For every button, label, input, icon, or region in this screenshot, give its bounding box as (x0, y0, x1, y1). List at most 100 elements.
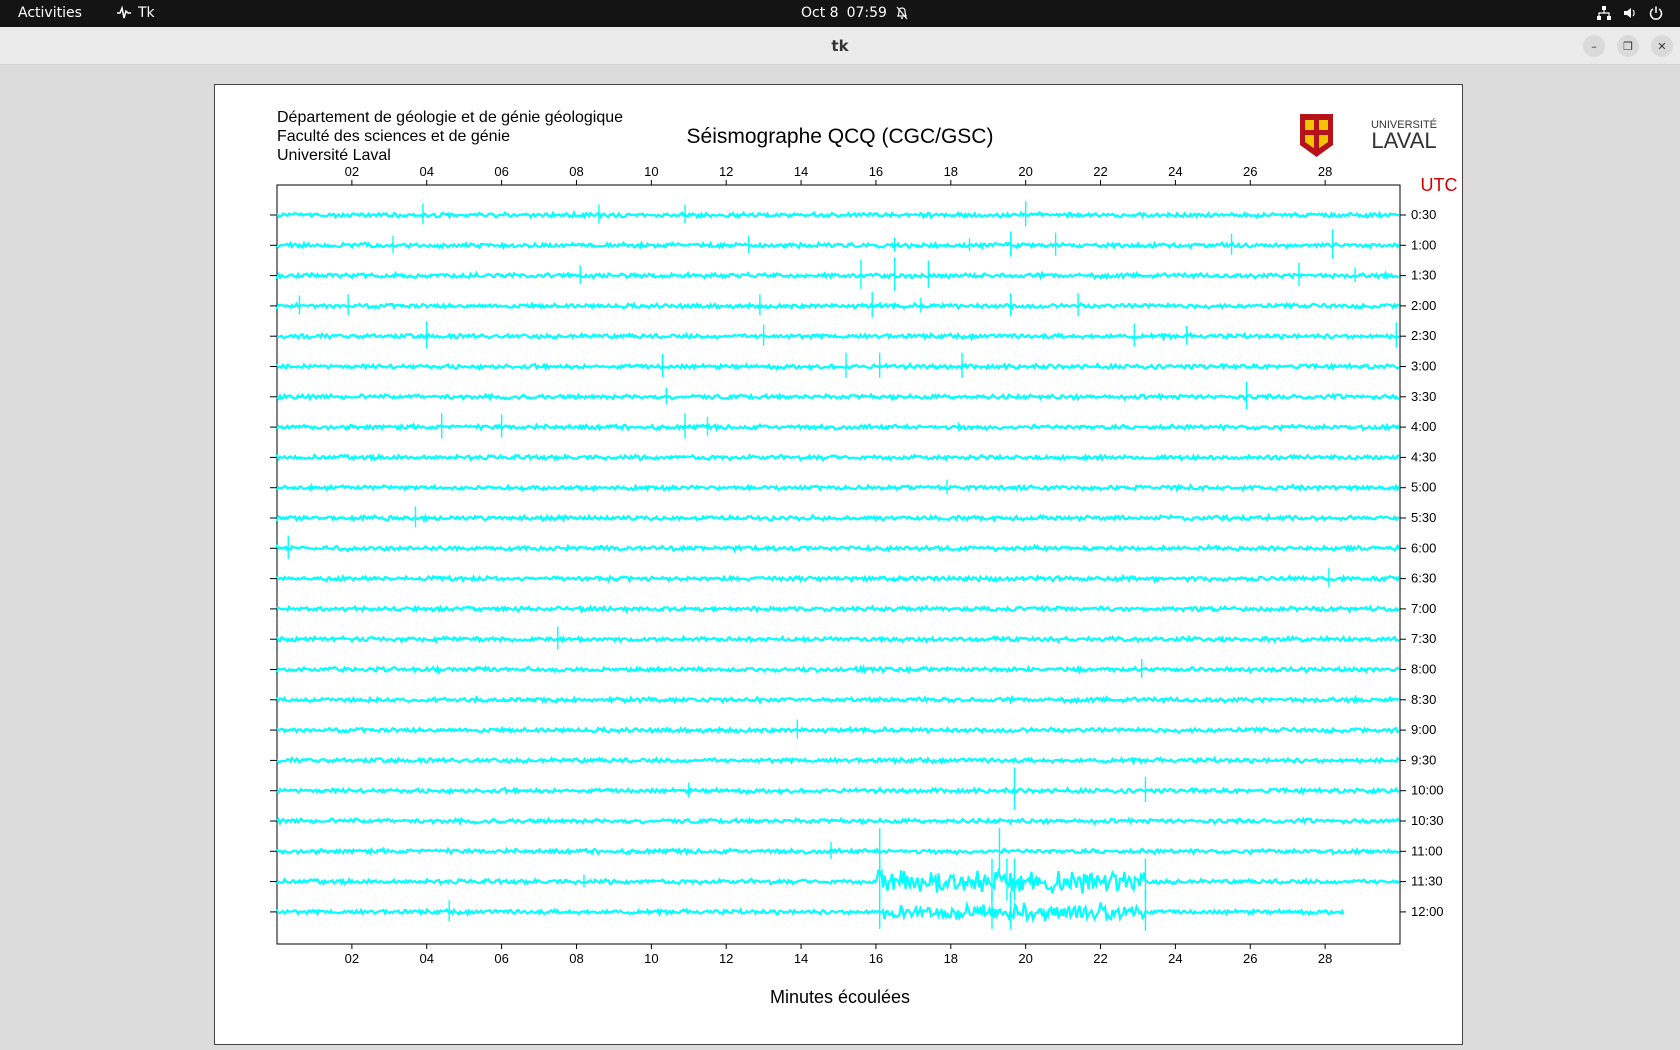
app-name: Tk (138, 5, 155, 21)
app-menu[interactable]: Tk (116, 5, 155, 21)
row-time-label: 0:30 (1411, 207, 1436, 222)
top-bar: Activities Tk Oct 8 07:59 (0, 0, 1680, 27)
trace-line (275, 392, 1400, 402)
x-tick-label-bottom: 16 (869, 951, 883, 966)
x-tick-label-top: 08 (569, 164, 583, 179)
tk-app-icon (117, 5, 131, 19)
trace-line (275, 604, 1400, 615)
trace-line (276, 331, 1400, 342)
university-logo: UNIVERSITÉ LAVAL (1300, 114, 1437, 157)
x-tick-label-bottom: 20 (1018, 951, 1032, 966)
row-time-label: 3:00 (1411, 359, 1436, 374)
volume-icon (1624, 8, 1635, 18)
row-time-label: 7:00 (1411, 601, 1436, 616)
dept-line3: Université Laval (277, 147, 391, 164)
power-icon (1649, 6, 1663, 20)
x-tick-label-bottom: 18 (944, 951, 958, 966)
system-tray[interactable] (1596, 5, 1664, 21)
x-tick-label-bottom: 02 (345, 951, 359, 966)
maximize-button[interactable]: ❐ (1617, 35, 1639, 57)
x-axis-label: Minutes écoulées (770, 987, 910, 1007)
x-tick-label-top: 10 (644, 164, 658, 179)
network-icon (1597, 6, 1611, 20)
row-time-label: 6:30 (1411, 571, 1436, 586)
trace-line (275, 361, 1400, 372)
y-axis-labels: 0:30 1:00 1:30 2:00 2:30 3:00 3:30 4:00 4:30 5:00… (270, 207, 1444, 919)
x-tick-label-bottom: 28 (1318, 951, 1332, 966)
trace-line (275, 664, 1400, 675)
dept-line2: Faculté des sciences et de génie (277, 128, 510, 145)
row-time-label: 2:00 (1411, 298, 1436, 313)
notifications-muted-icon (896, 6, 908, 20)
x-tick-label-top: 20 (1018, 164, 1032, 179)
seismogram-canvas: Département de géologie et de génie géol… (214, 84, 1463, 1045)
trace-line (275, 573, 1401, 584)
row-time-label: 2:30 (1411, 328, 1436, 343)
row-time-label: 1:00 (1411, 237, 1436, 252)
x-tick-label-bottom: 12 (719, 951, 733, 966)
row-time-label: 1:30 (1411, 268, 1436, 283)
clock[interactable]: Oct 8 07:59 (801, 5, 909, 21)
plot-frame (276, 184, 1401, 945)
x-tick-label-top: 12 (719, 164, 733, 179)
seismogram-chart: Département de géologie et de génie géol… (270, 109, 1458, 1007)
logo-line2: LAVAL (1371, 128, 1436, 153)
row-time-label: 9:00 (1411, 722, 1436, 737)
x-tick-label-bottom: 22 (1093, 951, 1107, 966)
trace-line (275, 846, 1400, 857)
x-tick-label-top: 14 (794, 164, 808, 179)
x-tick-label-bottom: 04 (419, 951, 433, 966)
restore-icon: ❐ (1623, 39, 1633, 53)
activities-button[interactable]: Activities (18, 5, 82, 21)
trace-line (275, 694, 1400, 705)
trace-line (275, 867, 1400, 894)
x-tick-label-top: 06 (494, 164, 508, 179)
x-axis-top: 02 04 06 08 10 12 14 16 18 20 22 24 26 28 (345, 164, 1332, 185)
row-time-label: 9:30 (1411, 752, 1436, 767)
row-time-label: 5:30 (1411, 510, 1436, 525)
trace-line (275, 209, 1399, 220)
clock-time: 07:59 (846, 5, 887, 21)
trace-line (275, 452, 1400, 463)
x-axis-bottom: 02 04 06 08 10 12 14 16 18 20 22 24 26 28 (345, 944, 1332, 966)
trace-line (275, 483, 1400, 493)
chart-title: Séismographe QCQ (CGC/GSC) (687, 125, 994, 148)
row-time-label: 12:00 (1411, 904, 1444, 919)
minimize-button[interactable]: – (1583, 35, 1605, 57)
row-time-label: 10:00 (1411, 783, 1444, 798)
x-tick-label-top: 26 (1243, 164, 1257, 179)
row-time-label: 11:00 (1411, 843, 1443, 858)
x-tick-label-top: 16 (869, 164, 883, 179)
row-time-label: 6:00 (1411, 540, 1436, 555)
row-time-label: 8:00 (1411, 662, 1436, 677)
trace-line (275, 270, 1400, 281)
trace-line (275, 725, 1400, 735)
row-time-label: 4:00 (1411, 419, 1436, 434)
row-time-label: 4:30 (1411, 449, 1436, 464)
x-tick-label-top: 18 (944, 164, 958, 179)
x-tick-label-bottom: 08 (569, 951, 583, 966)
x-tick-label-bottom: 26 (1243, 951, 1257, 966)
trace-line (275, 543, 1400, 554)
trace-line (275, 301, 1400, 312)
window-title: tk (831, 37, 849, 55)
seismic-traces (275, 201, 1401, 931)
trace-line (275, 240, 1400, 251)
row-time-label: 5:00 (1411, 480, 1436, 495)
trace-line (275, 816, 1400, 827)
x-tick-label-top: 28 (1318, 164, 1332, 179)
trace-line (275, 512, 1400, 524)
x-tick-label-bottom: 10 (644, 951, 658, 966)
x-tick-label-top: 04 (419, 164, 433, 179)
row-time-label: 10:30 (1411, 813, 1444, 828)
row-time-label: 7:30 (1411, 631, 1436, 646)
window-titlebar[interactable]: tk – ❐ ✕ (0, 27, 1680, 65)
dept-line1: Département de géologie et de génie géol… (277, 109, 623, 126)
row-time-label: 11:30 (1411, 874, 1443, 889)
trace-line (275, 786, 1400, 796)
x-tick-label-bottom: 24 (1168, 951, 1182, 966)
trace-line (275, 422, 1400, 432)
x-tick-label-bottom: 06 (494, 951, 508, 966)
close-icon: ✕ (1657, 39, 1667, 53)
close-button[interactable]: ✕ (1651, 35, 1673, 57)
